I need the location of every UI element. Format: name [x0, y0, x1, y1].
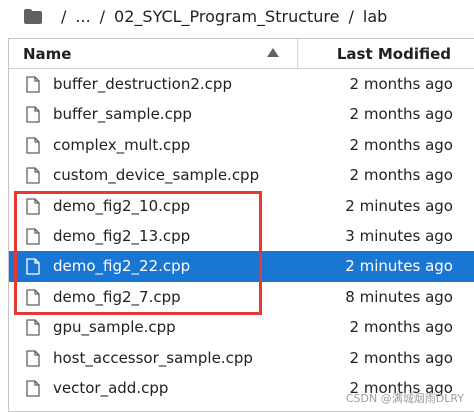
file-row[interactable]: custom_device_sample.cpp 2 months ago [9, 160, 474, 190]
file-name: buffer_sample.cpp [53, 105, 192, 124]
file-name: custom_device_sample.cpp [53, 166, 260, 185]
watermark: CSDN @满城烟雨DLRY [345, 392, 464, 405]
file-last-modified: 2 months ago [349, 318, 453, 337]
file-name: demo_fig2_13.cpp [53, 226, 191, 245]
file-last-modified: 2 months ago [349, 348, 453, 367]
column-divider[interactable] [297, 39, 298, 68]
breadcrumb-separator: / [99, 6, 106, 26]
file-row[interactable]: gpu_sample.cpp 2 months ago [9, 312, 474, 342]
file-row[interactable]: buffer_sample.cpp 2 months ago [9, 99, 474, 129]
file-row[interactable]: demo_fig2_10.cpp 2 minutes ago [9, 191, 474, 221]
last-modified-column-header[interactable]: Last Modified [337, 45, 451, 63]
file-icon [26, 349, 40, 367]
file-last-modified: 2 months ago [349, 75, 453, 93]
triangle-up-icon[interactable] [267, 48, 279, 57]
name-column-header[interactable]: Name [23, 45, 71, 63]
folder-icon[interactable] [24, 8, 42, 24]
file-row[interactable]: host_accessor_sample.cpp 2 months ago [9, 343, 474, 373]
file-icon [26, 106, 40, 124]
file-icon [26, 258, 40, 275]
file-name: vector_add.cpp [53, 378, 169, 397]
file-icon [26, 197, 40, 215]
file-list-header: Name Last Modified [9, 39, 474, 69]
file-last-modified: 2 months ago [349, 105, 453, 124]
breadcrumb-folder-parent[interactable]: 02_SYCL_Program_Structure [114, 7, 339, 26]
file-name: buffer_destruction2.cpp [53, 75, 232, 93]
file-list-panel: Name Last Modified buffer_destruction2.c… [8, 38, 474, 412]
file-icon [26, 76, 40, 93]
file-icon [26, 380, 40, 397]
file-browser-window: / ... / 02_SYCL_Program_Structure / lab … [0, 0, 474, 412]
breadcrumb-separator: / [61, 6, 67, 26]
file-last-modified: 2 months ago [349, 135, 453, 154]
file-row[interactable]: demo_fig2_13.cpp 3 minutes ago [9, 221, 474, 251]
file-icon [26, 319, 40, 336]
file-icon [26, 167, 40, 184]
file-last-modified: 2 minutes ago [345, 196, 453, 215]
file-icon [26, 228, 40, 245]
file-row[interactable]: demo_fig2_22.cpp 2 minutes ago [9, 251, 474, 282]
file-icon [26, 289, 40, 306]
file-last-modified: 3 minutes ago [345, 226, 453, 245]
file-last-modified: 8 minutes ago [345, 287, 453, 306]
file-row[interactable]: complex_mult.cpp 2 months ago [9, 130, 474, 160]
file-name: demo_fig2_7.cpp [53, 287, 181, 306]
file-name: demo_fig2_22.cpp [53, 257, 191, 276]
breadcrumb: / ... / 02_SYCL_Program_Structure / lab [0, 0, 474, 32]
breadcrumb-separator: / [348, 6, 354, 26]
file-row[interactable]: buffer_destruction2.cpp 2 months ago [9, 69, 474, 99]
file-name: demo_fig2_10.cpp [53, 196, 191, 215]
file-row[interactable]: demo_fig2_7.cpp 8 minutes ago [9, 282, 474, 312]
breadcrumb-ellipsis[interactable]: ... [75, 7, 90, 26]
file-last-modified: 2 minutes ago [345, 257, 453, 276]
file-list: buffer_destruction2.cpp 2 months ago buffe… [9, 69, 474, 403]
file-name: gpu_sample.cpp [53, 318, 176, 337]
breadcrumb-folder-current[interactable]: lab [363, 7, 387, 26]
file-name: complex_mult.cpp [53, 135, 191, 154]
file-name: host_accessor_sample.cpp [53, 348, 253, 367]
file-last-modified: 2 months ago [349, 166, 453, 185]
file-icon [26, 137, 40, 154]
